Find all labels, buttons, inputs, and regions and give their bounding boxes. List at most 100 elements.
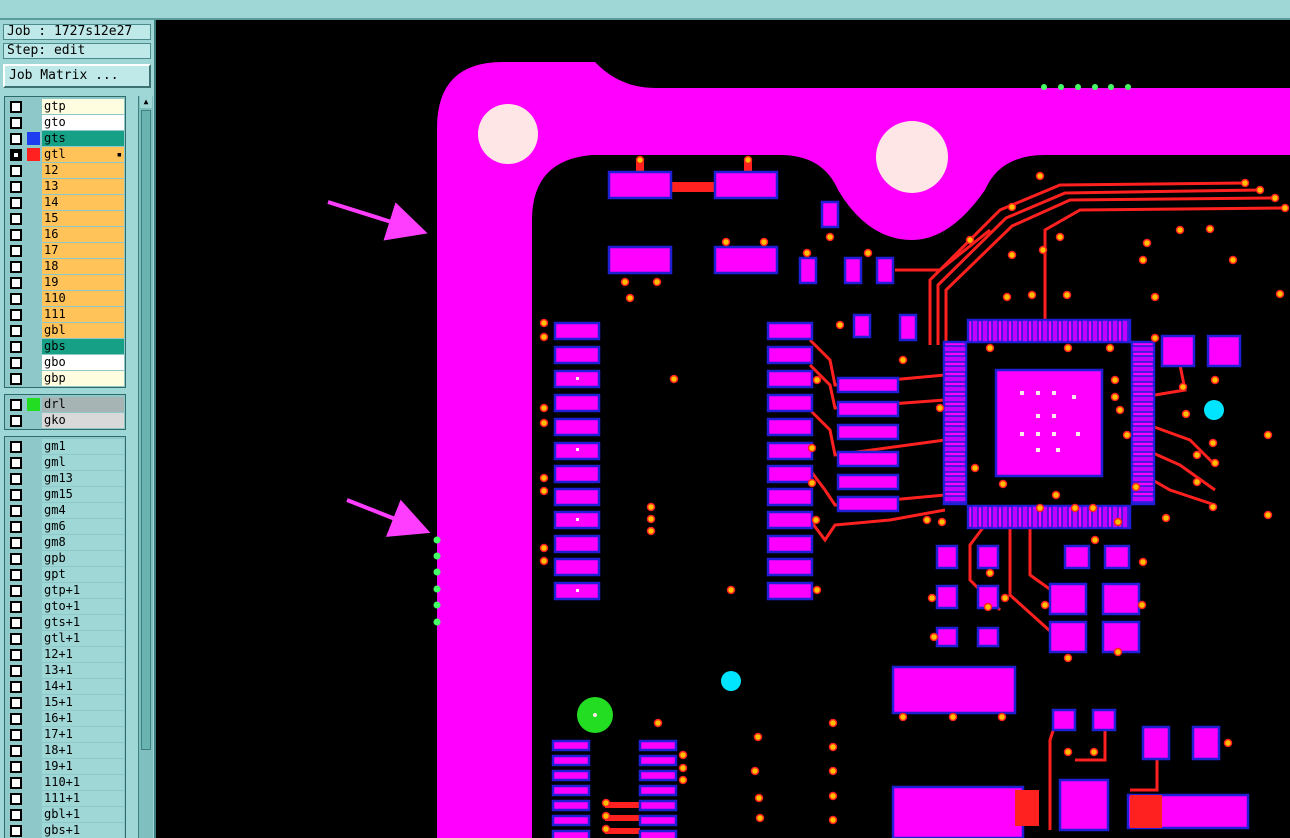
layer-name[interactable]: 19 (42, 275, 124, 290)
layer-visibility-checkbox[interactable] (10, 649, 22, 661)
layer-visibility-checkbox[interactable] (10, 729, 22, 741)
layer-row[interactable]: 111+1 (7, 791, 125, 806)
layer-row[interactable]: 19 (7, 275, 125, 290)
layer-visibility-checkbox[interactable] (10, 441, 22, 453)
layer-color-swatch[interactable] (27, 552, 40, 565)
layer-row[interactable]: gko (7, 413, 125, 428)
layer-row[interactable]: gto (7, 115, 125, 130)
layer-row[interactable]: 18 (7, 259, 125, 274)
layer-color-swatch[interactable] (27, 648, 40, 661)
layer-visibility-checkbox[interactable] (10, 341, 22, 353)
layer-name[interactable]: gm6 (42, 519, 124, 534)
layer-row[interactable]: gpb (7, 551, 125, 566)
layer-color-swatch[interactable] (27, 488, 40, 501)
layer-row[interactable]: gbs+1 (7, 823, 125, 838)
layer-color-swatch[interactable] (27, 414, 40, 427)
layer-color-swatch[interactable] (27, 164, 40, 177)
layer-color-swatch[interactable] (27, 228, 40, 241)
layer-color-swatch[interactable] (27, 100, 40, 113)
layer-row[interactable]: 13+1 (7, 663, 125, 678)
layer-name[interactable]: gm8 (42, 535, 124, 550)
layer-color-swatch[interactable] (27, 440, 40, 453)
layer-row[interactable]: 16 (7, 227, 125, 242)
layer-row[interactable]: gbl+1 (7, 807, 125, 822)
layer-color-swatch[interactable] (27, 116, 40, 129)
layer-row[interactable]: gtl+1 (7, 631, 125, 646)
layer-color-swatch[interactable] (27, 776, 40, 789)
layer-row[interactable]: gtp (7, 99, 125, 114)
layer-visibility-checkbox[interactable] (10, 553, 22, 565)
layer-visibility-checkbox[interactable] (10, 457, 22, 469)
layer-color-swatch[interactable] (27, 324, 40, 337)
layer-name[interactable]: 13 (42, 179, 124, 194)
layer-color-swatch[interactable] (27, 616, 40, 629)
layer-name[interactable]: 16+1 (42, 711, 124, 726)
scroll-up-icon[interactable]: ▲ (140, 96, 152, 108)
layer-list-scrollbar[interactable]: ▲ (138, 96, 153, 838)
layer-name[interactable]: gbl+1 (42, 807, 124, 822)
layer-name[interactable]: 16 (42, 227, 124, 242)
layer-visibility-checkbox[interactable] (10, 681, 22, 693)
layer-color-swatch[interactable] (27, 664, 40, 677)
layer-visibility-checkbox[interactable] (10, 101, 22, 113)
layer-name[interactable]: gtp (42, 99, 124, 114)
layer-row[interactable]: 19+1 (7, 759, 125, 774)
layer-visibility-checkbox[interactable] (10, 357, 22, 369)
layer-row[interactable]: 14 (7, 195, 125, 210)
layer-row[interactable]: drl (7, 397, 125, 412)
layer-visibility-checkbox[interactable] (10, 745, 22, 757)
layer-name[interactable]: gts+1 (42, 615, 124, 630)
layer-visibility-checkbox[interactable] (10, 793, 22, 805)
layer-row[interactable]: 12 (7, 163, 125, 178)
layer-name[interactable]: 13+1 (42, 663, 124, 678)
layer-row[interactable]: gbs (7, 339, 125, 354)
layer-name[interactable]: gbs (42, 339, 124, 354)
layer-color-swatch[interactable] (27, 760, 40, 773)
layer-row[interactable]: gbl (7, 323, 125, 338)
layer-name[interactable]: gbl (42, 323, 124, 338)
layer-visibility-checkbox[interactable] (10, 245, 22, 257)
layer-visibility-checkbox[interactable] (10, 777, 22, 789)
layer-color-swatch[interactable] (27, 244, 40, 257)
layer-color-swatch[interactable] (27, 132, 40, 145)
layer-name[interactable]: gto (42, 115, 124, 130)
layer-color-swatch[interactable] (27, 292, 40, 305)
layer-row[interactable]: gtp+1 (7, 583, 125, 598)
layer-color-swatch[interactable] (27, 276, 40, 289)
layer-color-swatch[interactable] (27, 260, 40, 273)
layer-visibility-checkbox[interactable] (10, 585, 22, 597)
layer-color-swatch[interactable] (27, 584, 40, 597)
pcb-canvas[interactable] (156, 20, 1290, 838)
layer-visibility-checkbox[interactable] (10, 133, 22, 145)
layer-row[interactable]: 15+1 (7, 695, 125, 710)
layer-row[interactable]: gm15 (7, 487, 125, 502)
layer-row[interactable]: gbp (7, 371, 125, 386)
layer-visibility-checkbox[interactable] (10, 489, 22, 501)
layer-row[interactable]: 16+1 (7, 711, 125, 726)
layer-color-swatch[interactable] (27, 196, 40, 209)
layer-row[interactable]: gbo (7, 355, 125, 370)
layer-visibility-checkbox[interactable] (10, 713, 22, 725)
layer-name[interactable]: gbs+1 (42, 823, 124, 838)
layer-name[interactable]: gto+1 (42, 599, 124, 614)
layer-name[interactable]: 14+1 (42, 679, 124, 694)
layer-row[interactable]: gm13 (7, 471, 125, 486)
layer-visibility-checkbox[interactable] (10, 181, 22, 193)
layer-visibility-checkbox[interactable] (10, 761, 22, 773)
layer-color-swatch[interactable] (27, 212, 40, 225)
layer-name[interactable]: gko (42, 413, 124, 428)
layer-row[interactable]: gts+1 (7, 615, 125, 630)
layer-row[interactable]: 17+1 (7, 727, 125, 742)
layer-color-swatch[interactable] (27, 472, 40, 485)
layer-color-swatch[interactable] (27, 340, 40, 353)
layer-row[interactable]: 13 (7, 179, 125, 194)
layer-name[interactable]: gtp+1 (42, 583, 124, 598)
layer-name[interactable]: 12 (42, 163, 124, 178)
layer-visibility-checkbox[interactable] (10, 149, 22, 161)
layer-row[interactable]: 17 (7, 243, 125, 258)
scroll-thumb[interactable] (141, 110, 151, 750)
layer-name[interactable]: gpt (42, 567, 124, 582)
layer-row[interactable]: 110+1 (7, 775, 125, 790)
layer-row[interactable]: 110 (7, 291, 125, 306)
layer-color-swatch[interactable] (27, 680, 40, 693)
